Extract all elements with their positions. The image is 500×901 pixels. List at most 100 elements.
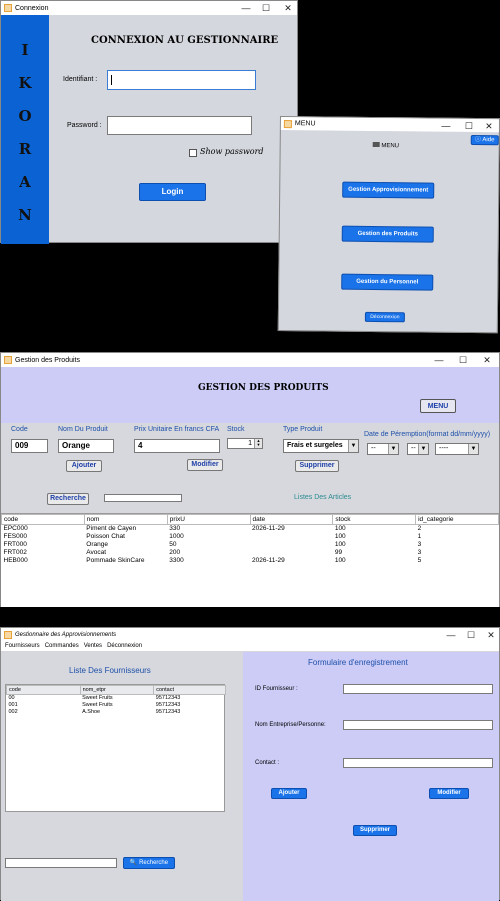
- column-header[interactable]: contact: [153, 685, 226, 695]
- fournisseur-supprimer-button[interactable]: Supprimer: [353, 825, 397, 836]
- id-fournisseur-input[interactable]: [343, 684, 493, 694]
- stock-spinner[interactable]: 1 ▲ ▼: [227, 438, 263, 449]
- supprimer-button[interactable]: Supprimer: [295, 460, 339, 472]
- table-row[interactable]: 002 A.Shoe 95712343: [7, 709, 226, 716]
- column-header[interactable]: date: [249, 514, 334, 525]
- chevron-down-icon: ▼: [418, 444, 428, 454]
- table-cell: FRT000: [3, 541, 27, 548]
- contact-input[interactable]: [343, 758, 493, 768]
- menubar-item[interactable]: Déconnexion: [107, 643, 142, 649]
- modifier-button[interactable]: Modifier: [187, 459, 223, 471]
- table-row[interactable]: FRT002 Avocat 200 99 3: [2, 549, 499, 557]
- maximize-button[interactable]: ☐: [451, 353, 475, 367]
- prix-input[interactable]: 4: [134, 439, 220, 453]
- login-window-title: Connexion: [15, 4, 49, 12]
- column-header[interactable]: code: [6, 685, 81, 695]
- close-button[interactable]: ✕: [271, 1, 305, 15]
- login-button[interactable]: Login: [139, 183, 206, 201]
- column-header[interactable]: nom: [83, 514, 168, 525]
- recherche-input[interactable]: [104, 494, 182, 502]
- table-cell: 50: [169, 541, 177, 548]
- column-header[interactable]: nom_etpr: [79, 685, 155, 695]
- brand-letter: O: [18, 107, 32, 125]
- produits-titlebar[interactable]: Gestion des Produits: [1, 353, 499, 367]
- gestion-produits-button[interactable]: Gestion des Produits: [341, 225, 434, 243]
- menubar-item[interactable]: Commandes: [45, 643, 79, 649]
- aide-button[interactable]: ⓘ Aide: [470, 134, 499, 146]
- table-row[interactable]: EPC000 Piment de Cayen 330 2026-11-29 100 2: [2, 525, 499, 534]
- menubar-item[interactable]: Fournisseurs: [5, 643, 40, 649]
- appro-window-title: Gestionnaire des Approvisionnements: [15, 631, 117, 638]
- table-cell: 2: [417, 525, 422, 532]
- column-header[interactable]: id_categorie: [415, 514, 499, 525]
- type-label: Type Produit: [283, 426, 323, 433]
- table-cell: 95712343: [155, 702, 181, 708]
- fournisseurs-table-panel: code nom_etpr contact 00 Sweet Fruits 957123…: [5, 684, 226, 812]
- table-cell: 1000: [169, 533, 184, 540]
- menu-window-title: MENU: [294, 120, 316, 128]
- table-row[interactable]: 001 Sweet Fruits 95712343: [7, 702, 226, 709]
- menu-window: MENU — ☐ ✕ ⓘ Aide MENU Gestion Approvisi…: [277, 116, 500, 334]
- brand-letter: I: [21, 41, 29, 59]
- spinner-arrows-icon[interactable]: ▲ ▼: [254, 439, 262, 448]
- column-header[interactable]: code: [1, 514, 85, 525]
- table-cell: Orange: [86, 541, 108, 548]
- table-cell: Piment de Cayen: [86, 525, 137, 532]
- gestion-approvisionnement-button[interactable]: Gestion Approvisionnement: [342, 181, 435, 199]
- table-row[interactable]: FRT000 Orange 50 100 3: [2, 541, 499, 549]
- show-password-checkbox[interactable]: [189, 149, 197, 157]
- table-header-row: code nom_etpr contact: [6, 685, 226, 695]
- table-cell: FES000: [3, 533, 28, 540]
- identifiant-input[interactable]: [107, 70, 256, 90]
- appro-titlebar[interactable]: Gestionnaire des Approvisionnements: [1, 628, 499, 641]
- column-header[interactable]: stock: [332, 514, 417, 525]
- code-input[interactable]: 009: [11, 439, 48, 453]
- close-button[interactable]: ✕: [481, 628, 500, 641]
- fournisseur-search-input[interactable]: [5, 858, 117, 868]
- deconnexion-button[interactable]: Déconnexion: [364, 311, 405, 323]
- ajouter-button[interactable]: Ajouter: [66, 460, 102, 472]
- recherche-button[interactable]: Recherche: [47, 493, 89, 505]
- maximize-button[interactable]: ☐: [459, 119, 479, 133]
- table-row[interactable]: 00 Sweet Fruits 95712343: [7, 695, 226, 703]
- fournisseur-recherche-button[interactable]: 🔍 Recherche: [123, 857, 175, 869]
- close-button[interactable]: ✕: [479, 119, 499, 133]
- password-input[interactable]: [107, 116, 252, 135]
- table-cell: 200: [169, 549, 181, 556]
- type-select[interactable]: Frais et surgeles ▼: [283, 439, 359, 453]
- minimize-button[interactable]: —: [427, 353, 451, 367]
- table-cell: EPC000: [3, 525, 28, 532]
- prix-label: Prix Unitaire En francs CFA: [134, 426, 220, 433]
- fournisseur-modifier-button[interactable]: Modifier: [429, 788, 469, 799]
- minimize-button[interactable]: —: [436, 119, 456, 133]
- year-select[interactable]: ---- ▼: [435, 443, 479, 455]
- fournisseur-ajouter-button[interactable]: Ajouter: [271, 788, 307, 799]
- table-row[interactable]: FES000 Poisson Chat 1000 100 1: [2, 533, 499, 541]
- articles-table-panel: code nom prixU date stock id_categorie EPC000…: [1, 513, 499, 607]
- column-header[interactable]: prixU: [166, 514, 251, 525]
- maximize-button[interactable]: ☐: [461, 628, 481, 641]
- menubar-item[interactable]: Ventes: [84, 643, 102, 649]
- table-cell: Sweet Fruits: [82, 702, 113, 708]
- table-cell: 3: [417, 541, 422, 548]
- java-app-icon: [283, 120, 292, 129]
- nom-entreprise-input[interactable]: [343, 720, 493, 730]
- minimize-button[interactable]: —: [441, 628, 461, 641]
- month-select[interactable]: -- ▼: [407, 443, 429, 455]
- day-select[interactable]: -- ▼: [367, 443, 399, 455]
- table-row[interactable]: HEB000 Pommade SkinCare 3300 2026-11-29 100 5: [2, 557, 499, 565]
- identifiant-label: Identifiant :: [63, 76, 98, 83]
- brand-sidebar: IKORAN: [1, 15, 49, 244]
- enregistrement-panel: Formulaire d'enregistrement ID Fournisse…: [243, 652, 499, 901]
- java-app-icon: [4, 631, 12, 639]
- fournisseurs-panel: Liste Des Fournisseurs code nom_etpr conta…: [1, 652, 243, 901]
- gestion-personnel-button[interactable]: Gestion du Personnel: [341, 273, 434, 291]
- menu-button[interactable]: MENU: [420, 399, 456, 413]
- produits-header-panel: GESTION DES PRODUITS MENU: [1, 367, 499, 423]
- table-cell: 5: [417, 557, 422, 564]
- table-cell: 95712343: [155, 709, 181, 715]
- close-button[interactable]: ✕: [475, 353, 499, 367]
- table-cell: 95712343: [155, 695, 181, 701]
- table-cell: A.Shoe: [82, 709, 101, 715]
- nom-input[interactable]: Orange: [58, 439, 114, 453]
